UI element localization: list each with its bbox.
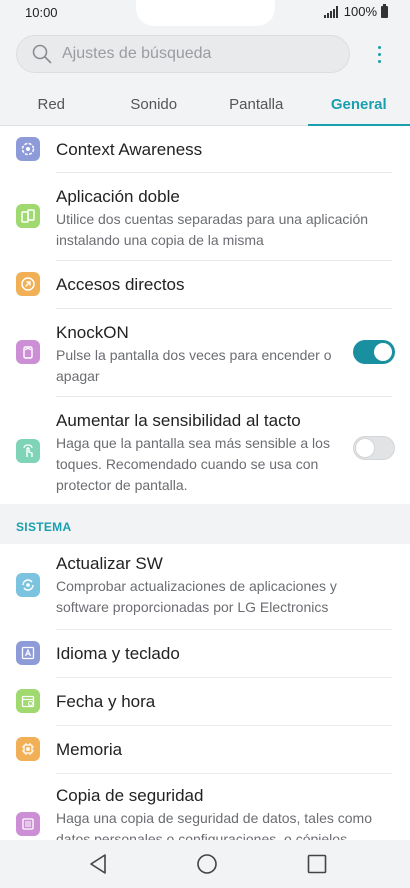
back-icon[interactable] bbox=[86, 852, 110, 876]
item-subtitle: Haga que la pantalla sea más sensible a … bbox=[56, 435, 330, 493]
update-icon bbox=[16, 573, 40, 597]
item-title: Context Awareness bbox=[56, 140, 203, 159]
knockon-toggle[interactable] bbox=[353, 340, 395, 364]
status-icons: 100% bbox=[323, 3, 388, 19]
item-subtitle: Utilice dos cuentas separadas para una a… bbox=[56, 211, 369, 248]
settings-list: Context Awareness Aplicación doble Utili… bbox=[0, 126, 410, 840]
item-title: KnockON bbox=[56, 323, 129, 342]
list-item-context-awareness[interactable]: Context Awareness bbox=[0, 126, 410, 172]
search-placeholder: Ajustes de búsqueda bbox=[62, 45, 212, 62]
backup-icon bbox=[16, 812, 40, 836]
search-input[interactable]: Ajustes de búsqueda bbox=[16, 35, 350, 73]
section-label: SISTEMA bbox=[16, 520, 72, 534]
item-title: Fecha y hora bbox=[56, 692, 156, 711]
tab-pantalla[interactable]: Pantalla bbox=[205, 86, 308, 125]
toggle-knob bbox=[356, 439, 374, 457]
item-title: Idioma y teclado bbox=[56, 644, 180, 663]
battery-icon bbox=[381, 3, 388, 18]
item-title: Actualizar SW bbox=[56, 554, 163, 573]
context-awareness-icon bbox=[16, 137, 40, 161]
battery-percent: 100% bbox=[343, 4, 377, 19]
signal-icon bbox=[323, 5, 338, 18]
item-title: Aumentar la sensibilidad al tacto bbox=[56, 411, 301, 430]
list-item-backup[interactable]: Copia de seguridad Haga una copia de seg… bbox=[0, 774, 410, 840]
touch-sensitivity-toggle[interactable] bbox=[353, 436, 395, 460]
list-item-storage[interactable]: Memoria bbox=[0, 726, 410, 772]
list-item-language-keyboard[interactable]: Idioma y teclado bbox=[0, 630, 410, 676]
item-subtitle: Comprobar actualizaciones de aplicacione… bbox=[56, 578, 337, 615]
tab-general[interactable]: General bbox=[307, 86, 410, 126]
item-title: Accesos directos bbox=[56, 275, 185, 294]
item-title: Copia de seguridad bbox=[56, 786, 204, 805]
more-options-icon[interactable] bbox=[366, 40, 392, 68]
keyboard-icon bbox=[16, 641, 40, 665]
list-item-dual-app[interactable]: Aplicación doble Utilice dos cuentas sep… bbox=[0, 173, 410, 259]
list-item-date-time[interactable]: Fecha y hora bbox=[0, 678, 410, 724]
camera-notch bbox=[136, 0, 275, 26]
search-icon bbox=[31, 43, 53, 65]
list-item-software-update[interactable]: Actualizar SW Comprobar actualizaciones … bbox=[0, 544, 410, 630]
navigation-bar bbox=[0, 840, 410, 888]
home-icon[interactable] bbox=[195, 852, 219, 876]
item-title: Aplicación doble bbox=[56, 187, 180, 206]
section-header-sistema: SISTEMA bbox=[0, 504, 410, 544]
dual-app-icon bbox=[16, 204, 40, 228]
shortcut-icon bbox=[16, 272, 40, 296]
calendar-icon bbox=[16, 689, 40, 713]
toggle-knob bbox=[374, 343, 392, 361]
recent-apps-icon[interactable] bbox=[305, 852, 329, 876]
knock-icon bbox=[16, 340, 40, 364]
item-title: Memoria bbox=[56, 740, 123, 759]
status-time: 10:00 bbox=[25, 5, 58, 20]
chip-icon bbox=[16, 737, 40, 761]
tab-red[interactable]: Red bbox=[0, 86, 103, 125]
search-row: Ajustes de búsqueda bbox=[0, 26, 410, 86]
tab-bar: Red Sonido Pantalla General bbox=[0, 86, 410, 126]
item-subtitle: Pulse la pantalla dos veces para encende… bbox=[56, 347, 332, 384]
touch-sensitivity-icon bbox=[16, 439, 40, 463]
tab-sonido[interactable]: Sonido bbox=[103, 86, 206, 125]
list-item-shortcuts[interactable]: Accesos directos bbox=[0, 261, 410, 307]
list-item-touch-sensitivity[interactable]: Aumentar la sensibilidad al tacto Haga q… bbox=[0, 397, 410, 504]
status-bar: 10:00 100% bbox=[0, 0, 410, 26]
list-item-knockon[interactable]: KnockON Pulse la pantalla dos veces para… bbox=[0, 309, 410, 395]
item-subtitle: Haga una copia de seguridad de datos, ta… bbox=[56, 810, 372, 840]
